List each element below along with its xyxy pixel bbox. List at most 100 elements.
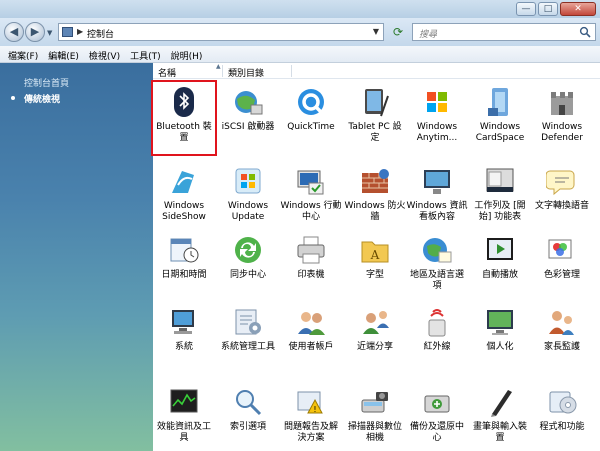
system-computer-icon bbox=[172, 310, 194, 334]
address-bar[interactable]: ▶ 控制台 ▼ bbox=[58, 23, 384, 41]
control-panel-item[interactable]: 備份及還原中心 bbox=[406, 382, 468, 451]
item-label: Windows CardSpace bbox=[475, 122, 525, 143]
sidebar-gadget-icon bbox=[424, 170, 450, 194]
control-panel-item[interactable]: 系統 bbox=[153, 302, 215, 374]
control-panel-item[interactable]: Windows 防火牆 bbox=[344, 161, 406, 233]
item-label: Windows 防火牆 bbox=[344, 201, 406, 222]
mobility-center-icon bbox=[297, 170, 324, 195]
fonts-folder-icon: A bbox=[361, 241, 389, 263]
backup-restore-icon bbox=[424, 395, 450, 413]
control-panel-item[interactable]: 家長監護 bbox=[531, 302, 593, 374]
control-panel-item[interactable]: 印表機 bbox=[280, 230, 342, 302]
control-panel-home-link[interactable]: 控制台首頁 bbox=[24, 76, 69, 89]
calendar-clock-icon bbox=[170, 238, 199, 263]
people-near-me-icon bbox=[363, 311, 389, 334]
personalization-icon bbox=[487, 310, 513, 335]
item-label: 工作列及 [開始] 功能表 bbox=[474, 201, 526, 222]
control-panel-item[interactable]: Windows 行動中心 bbox=[280, 161, 342, 233]
problem-reports-icon: ! bbox=[297, 391, 323, 414]
column-divider[interactable] bbox=[291, 65, 292, 77]
control-panel-item[interactable]: 個人化 bbox=[469, 302, 531, 374]
item-label: 備份及還原中心 bbox=[409, 422, 464, 443]
control-panel-item[interactable]: Windows Defender bbox=[531, 82, 593, 154]
classic-view-link[interactable]: 傳統檢視 bbox=[24, 92, 60, 105]
item-label: 使用者帳戶 bbox=[288, 342, 334, 352]
control-panel-item[interactable]: Windows 資訊看板內容 bbox=[406, 161, 468, 233]
control-panel-item[interactable]: 地區及語言選項 bbox=[406, 230, 468, 302]
menu-file[interactable]: 檔案(F) bbox=[4, 46, 44, 63]
item-label: 家長監護 bbox=[543, 342, 580, 352]
control-panel-item[interactable]: 日期和時間 bbox=[153, 230, 215, 302]
search-input[interactable]: 搜尋 bbox=[412, 23, 596, 41]
item-label: Windows Defender bbox=[541, 122, 583, 143]
menu-help[interactable]: 說明(H) bbox=[167, 46, 209, 63]
control-panel-item[interactable]: Bluetooth 裝置 bbox=[151, 80, 217, 156]
recent-pages-dropdown-icon[interactable]: ▼ bbox=[47, 29, 52, 37]
minimize-button[interactable]: — bbox=[516, 2, 536, 16]
control-panel-item[interactable]: 近端分享 bbox=[344, 302, 406, 374]
forward-button[interactable]: ▶ bbox=[25, 22, 45, 42]
control-panel-item[interactable]: 同步中心 bbox=[217, 230, 279, 302]
control-panel-item[interactable]: 自動播放 bbox=[469, 230, 531, 302]
menu-edit[interactable]: 編輯(E) bbox=[44, 46, 85, 63]
close-button[interactable]: ✕ bbox=[560, 2, 596, 16]
item-label: 效能資訊及工具 bbox=[156, 422, 211, 443]
control-panel-item[interactable]: Windows CardSpace bbox=[469, 82, 531, 154]
sort-ascending-icon: ▲ bbox=[216, 63, 221, 70]
control-panel-item[interactable]: 掃描器與數位相機 bbox=[344, 382, 406, 451]
control-panel-item[interactable]: 文字轉換語音 bbox=[531, 161, 593, 233]
sync-center-icon bbox=[235, 237, 261, 263]
item-label: Windows Anytim... bbox=[416, 122, 458, 143]
control-panel-item[interactable]: 程式和功能 bbox=[531, 382, 593, 451]
item-label: 索引選項 bbox=[229, 422, 266, 432]
programs-features-icon bbox=[549, 391, 577, 414]
control-panel-item[interactable]: 紅外線 bbox=[406, 302, 468, 374]
control-panel-item[interactable]: 系統管理工具 bbox=[217, 302, 279, 374]
item-label: 地區及語言選項 bbox=[409, 270, 464, 291]
item-label: 日期和時間 bbox=[161, 270, 207, 280]
address-dropdown-icon[interactable]: ▼ bbox=[373, 27, 379, 36]
item-label: 畫筆與輸入裝置 bbox=[472, 422, 527, 443]
control-panel-item[interactable]: QuickTime bbox=[280, 82, 342, 154]
printer-icon bbox=[297, 236, 325, 264]
admin-tools-icon bbox=[235, 309, 261, 335]
control-panel-item[interactable]: Tablet PC 設定 bbox=[344, 82, 406, 154]
control-panel-item[interactable]: 工作列及 [開始] 功能表 bbox=[469, 161, 531, 233]
control-panel-item[interactable]: iSCSI 啟動器 bbox=[217, 82, 279, 154]
control-panel-item[interactable]: ! 問題報告及解決方案 bbox=[280, 382, 342, 451]
item-label: 印表機 bbox=[297, 270, 325, 280]
maximize-button[interactable]: □ bbox=[538, 2, 558, 16]
control-panel-item[interactable]: A 字型 bbox=[344, 230, 406, 302]
menu-view[interactable]: 檢視(V) bbox=[85, 46, 126, 63]
control-panel-item[interactable]: 使用者帳戶 bbox=[280, 302, 342, 374]
item-label: 色彩管理 bbox=[543, 270, 580, 280]
back-button[interactable]: ◀ bbox=[4, 22, 24, 42]
column-name[interactable]: 名稱 bbox=[158, 66, 176, 79]
control-panel-item[interactable]: 畫筆與輸入裝置 bbox=[469, 382, 531, 451]
column-category[interactable]: 類別目錄 bbox=[228, 66, 264, 79]
control-panel-item[interactable]: Windows SideShow bbox=[153, 161, 215, 233]
search-icon[interactable] bbox=[579, 26, 591, 38]
item-label: 掃描器與數位相機 bbox=[347, 422, 402, 443]
column-divider[interactable] bbox=[222, 65, 223, 77]
breadcrumb-arrow-icon[interactable]: ▶ bbox=[77, 27, 83, 36]
bluetooth-icon bbox=[174, 87, 194, 117]
cardspace-icon bbox=[488, 88, 508, 116]
navigation-bar: ◀ ▶ ▼ ▶ 控制台 ▼ ⟳ 搜尋 bbox=[0, 18, 600, 46]
item-label: 問題報告及解決方案 bbox=[283, 422, 338, 443]
control-panel-icon bbox=[62, 27, 73, 37]
autoplay-icon bbox=[487, 238, 513, 260]
control-panel-items: Bluetooth 裝置 iSCSI 啟動器 QuickTime Tablet PC … bbox=[151, 79, 600, 451]
control-panel-item[interactable]: Windows Anytim... bbox=[406, 82, 468, 154]
refresh-button[interactable]: ⟳ bbox=[390, 24, 406, 40]
control-panel-item[interactable]: 效能資訊及工具 bbox=[153, 382, 215, 451]
breadcrumb-control-panel[interactable]: 控制台 bbox=[87, 27, 114, 40]
control-panel-item[interactable]: 色彩管理 bbox=[531, 230, 593, 302]
control-panel-item[interactable]: Windows Update bbox=[217, 161, 279, 233]
infrared-icon bbox=[428, 309, 446, 337]
item-label: 程式和功能 bbox=[539, 422, 585, 432]
menu-tools[interactable]: 工具(T) bbox=[126, 46, 167, 63]
control-panel-item[interactable]: 索引選項 bbox=[217, 382, 279, 451]
item-label: Bluetooth 裝置 bbox=[156, 122, 212, 143]
task-pane: 控制台首頁 傳統檢視 bbox=[0, 63, 153, 451]
